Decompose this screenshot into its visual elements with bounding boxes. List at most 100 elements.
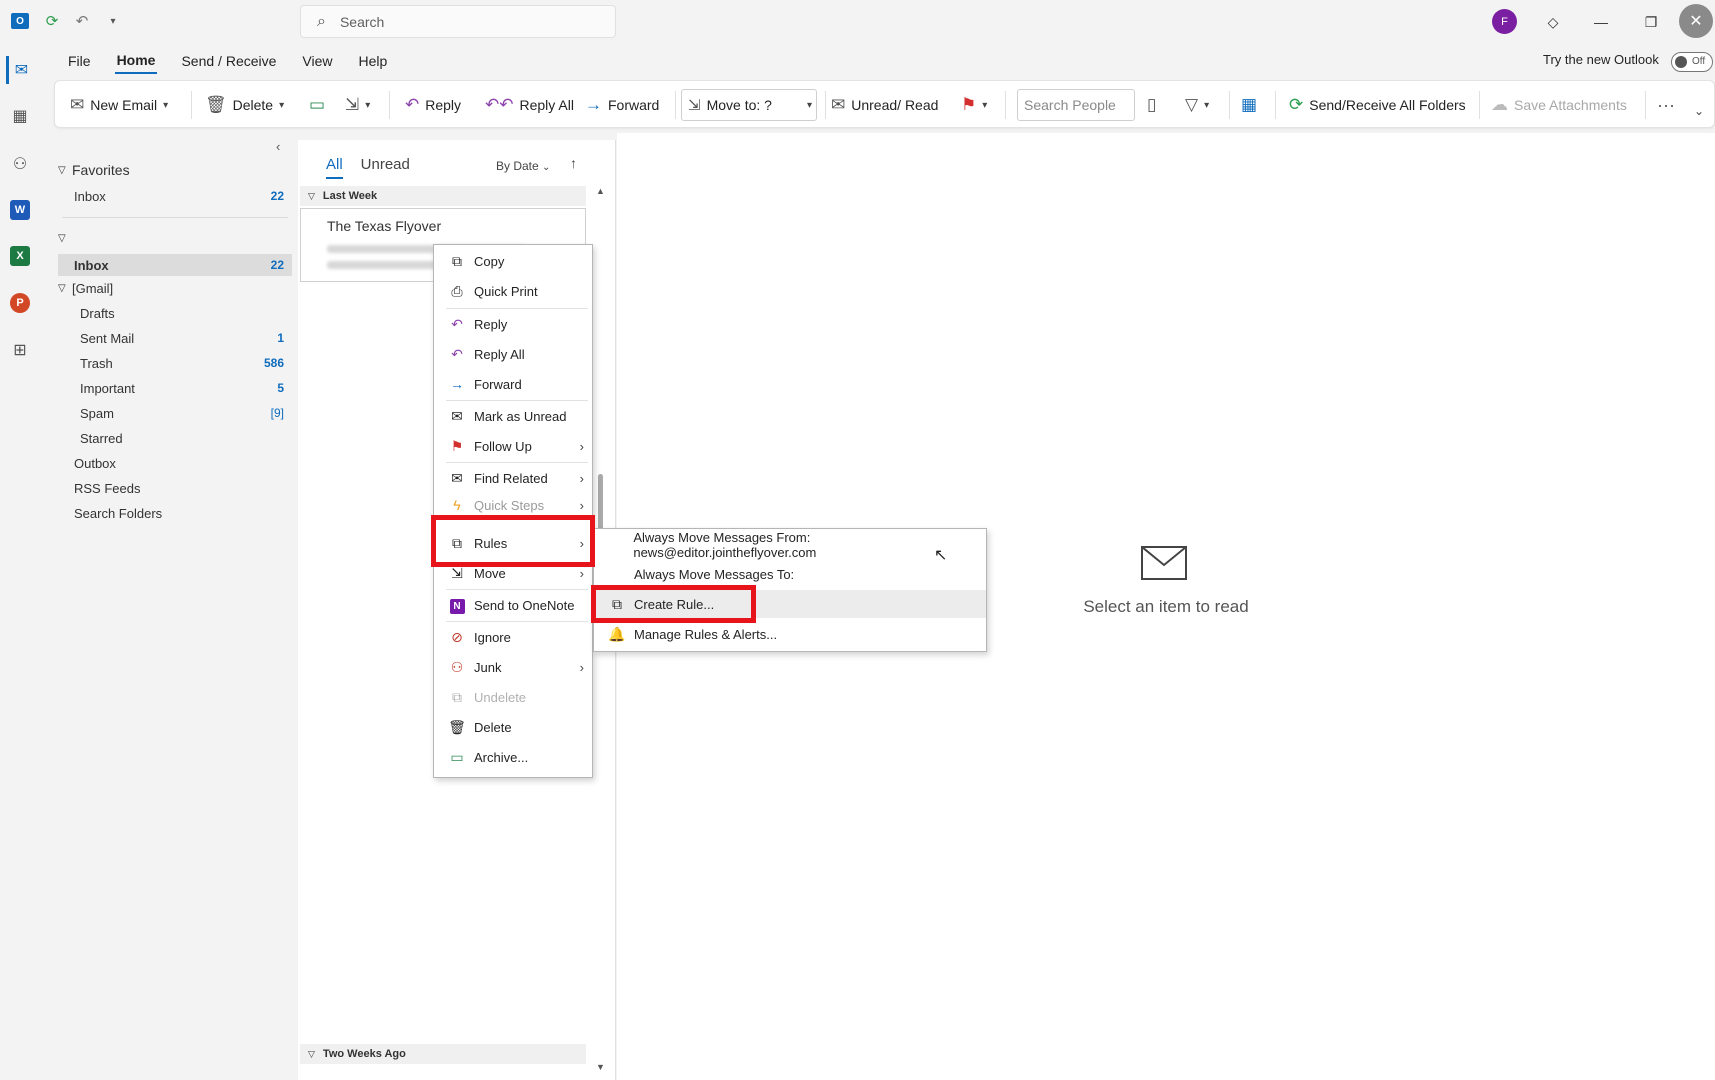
menu-item-label: Manage Rules & Alerts... xyxy=(634,626,778,642)
menu-item-always-move-to[interactable]: Always Move Messages To: xyxy=(594,560,986,588)
tab-home[interactable]: Home xyxy=(114,48,158,74)
menu-item-reply-all[interactable]: ↶ Reply All xyxy=(434,340,592,368)
archive-button[interactable]: ▭ xyxy=(309,90,325,120)
calendar-icon[interactable]: ▦ xyxy=(6,102,34,130)
sidebar-item-outbox[interactable]: Outbox xyxy=(58,452,292,474)
menu-item-forward[interactable]: → Forward xyxy=(434,370,592,398)
reply-all-button[interactable]: ↶↶ Reply All xyxy=(485,90,574,120)
rules-alerts-bell-icon: 🔔 xyxy=(608,625,626,642)
sidebar-item-favorites-inbox[interactable]: Inbox 22 xyxy=(58,185,292,207)
unread-read-button[interactable]: ✉ Unread/ Read xyxy=(831,90,938,120)
menu-item-ignore[interactable]: ⊘ Ignore xyxy=(434,623,592,651)
menu-item-send-to-onenote[interactable]: N Send to OneNote xyxy=(434,591,592,619)
close-button[interactable]: ✕ xyxy=(1679,4,1713,38)
menu-item-junk[interactable]: ⚇ Junk › xyxy=(434,653,592,681)
powerpoint-icon[interactable]: P xyxy=(6,289,34,317)
menu-item-quick-print[interactable]: ⎙ Quick Print xyxy=(434,277,592,305)
mail-icon[interactable]: ✉ xyxy=(6,56,34,84)
chevron-down-icon[interactable]: ▾ xyxy=(279,100,284,111)
sidebar-item-rss-feeds[interactable]: RSS Feeds xyxy=(58,477,292,499)
scroll-up-icon[interactable]: ▲ xyxy=(596,186,605,196)
tab-view[interactable]: View xyxy=(300,49,334,73)
sidebar-item-inbox[interactable]: Inbox 22 xyxy=(58,254,292,276)
menu-item-always-move-from[interactable]: Always Move Messages From: news@editor.j… xyxy=(594,530,986,560)
apps-icon[interactable]: ⊞ xyxy=(6,336,34,364)
excel-icon[interactable]: X xyxy=(6,242,34,270)
menu-item-find-related[interactable]: ✉ Find Related › xyxy=(434,464,592,492)
ribbon-expand-button[interactable]: ⌄ xyxy=(1694,96,1704,126)
chevron-down-icon: ▾ xyxy=(1204,99,1210,111)
sort-direction-icon[interactable]: ↑ xyxy=(570,155,577,171)
apps-button[interactable]: ▦ xyxy=(1241,90,1257,120)
sync-icon[interactable]: ⟳ xyxy=(41,10,63,32)
tab-all[interactable]: All xyxy=(326,156,343,179)
filter-button[interactable]: ▽ ▾ xyxy=(1185,90,1209,120)
account-collapse-toggle[interactable]: ▽ xyxy=(58,227,292,249)
restore-button[interactable]: ❐ xyxy=(1637,8,1665,36)
rules-submenu: Always Move Messages From: news@editor.j… xyxy=(593,528,987,652)
sidebar-item-search-folders[interactable]: Search Folders xyxy=(58,502,292,524)
more-options-button[interactable]: ··· xyxy=(1657,90,1675,120)
delete-button[interactable]: 🗑 Delete ▾ xyxy=(205,90,284,120)
tab-file[interactable]: File xyxy=(66,49,93,73)
reply-button[interactable]: ↶ Reply xyxy=(405,90,461,120)
menu-item-follow-up[interactable]: ⚑ Follow Up › xyxy=(434,432,592,460)
collapse-pane-icon[interactable]: ‹ xyxy=(276,139,280,154)
sort-label: By Date xyxy=(496,159,539,173)
flag-icon: ⚑ xyxy=(961,95,977,114)
sort-dropdown[interactable]: By Date ⌄ xyxy=(496,159,550,173)
sidebar-item-sent-mail[interactable]: Sent Mail 1 xyxy=(58,327,292,349)
move-button[interactable]: ⇲ ▾ xyxy=(345,90,370,120)
menu-item-rules[interactable]: ⧉ Rules › xyxy=(434,529,592,557)
minimize-button[interactable]: — xyxy=(1587,8,1615,36)
move-icon: ⇲ xyxy=(345,95,360,114)
sidebar-item-starred[interactable]: Starred xyxy=(58,427,292,449)
tab-unread[interactable]: Unread xyxy=(361,156,410,179)
customize-toolbar-icon[interactable]: ▾ xyxy=(102,10,124,32)
search-input[interactable]: ⌕ Search xyxy=(300,5,616,38)
sidebar-item-drafts[interactable]: Drafts xyxy=(58,302,292,324)
tab-send-receive[interactable]: Send / Receive xyxy=(179,49,278,73)
chevron-down-icon[interactable]: ▾ xyxy=(163,100,168,111)
move-to-dropdown[interactable]: ⇲ Move to: ? ▾ xyxy=(681,89,817,121)
people-icon[interactable]: ⚇ xyxy=(6,150,34,178)
menu-item-delete[interactable]: 🗑 Delete xyxy=(434,713,592,741)
address-book-button[interactable]: ▯ xyxy=(1147,90,1156,120)
menu-item-label: Forward xyxy=(474,376,522,392)
menu-item-archive[interactable]: ▭ Archive... xyxy=(434,743,592,771)
sidebar-item-spam[interactable]: Spam [9] xyxy=(58,402,292,424)
scroll-down-icon[interactable]: ▼ xyxy=(596,1062,605,1072)
menu-item-copy[interactable]: ⧉ Copy xyxy=(434,247,592,275)
group-header-two-weeks-ago[interactable]: ▽ Two Weeks Ago xyxy=(300,1044,586,1064)
menu-item-move[interactable]: ⇲ Move › xyxy=(434,559,592,587)
favorites-header[interactable]: ▽ Favorites xyxy=(58,159,292,181)
unread-count: 22 xyxy=(270,258,284,272)
menu-item-manage-rules[interactable]: 🔔 Manage Rules & Alerts... xyxy=(594,620,986,648)
new-outlook-toggle[interactable]: Off xyxy=(1671,52,1713,72)
menu-item-quick-steps[interactable]: ϟ Quick Steps › xyxy=(434,494,592,516)
tab-help[interactable]: Help xyxy=(357,49,390,73)
send-receive-all-button[interactable]: ⟳ Send/Receive All Folders xyxy=(1289,90,1466,120)
cloud-drive-icon: ☁ xyxy=(1491,95,1508,114)
undo-icon[interactable]: ↶ xyxy=(71,10,93,32)
group-header-last-week[interactable]: ▽ Last Week xyxy=(300,186,586,206)
avatar[interactable]: F xyxy=(1492,9,1517,34)
premium-diamond-icon[interactable]: ◇ xyxy=(1539,8,1567,36)
sidebar-item-trash[interactable]: Trash 586 xyxy=(58,352,292,374)
forward-button[interactable]: → Forward xyxy=(585,90,659,120)
word-icon[interactable]: W xyxy=(6,196,34,224)
chevron-down-icon: ▾ xyxy=(365,99,371,111)
chevron-right-icon: › xyxy=(579,659,584,675)
new-email-button[interactable]: ✉ New Email ▾ xyxy=(70,90,168,120)
save-attachments-button[interactable]: ☁ Save Attachments xyxy=(1491,90,1627,120)
search-icon: ⌕ xyxy=(317,12,326,30)
try-new-outlook-label: Try the new Outlook xyxy=(1543,52,1659,67)
flag-button[interactable]: ⚑ ▾ xyxy=(961,90,987,120)
menu-item-reply[interactable]: ↶ Reply xyxy=(434,310,592,338)
sidebar-item-gmail[interactable]: ▽ [Gmail] xyxy=(58,277,292,299)
sidebar-item-important[interactable]: Important 5 xyxy=(58,377,292,399)
menu-item-create-rule[interactable]: ⧉ Create Rule... xyxy=(594,590,986,618)
search-people-input[interactable]: Search People xyxy=(1017,89,1135,121)
reply-all-icon: ↶↶ xyxy=(485,95,514,114)
menu-item-mark-as-unread[interactable]: ✉ Mark as Unread xyxy=(434,402,592,430)
